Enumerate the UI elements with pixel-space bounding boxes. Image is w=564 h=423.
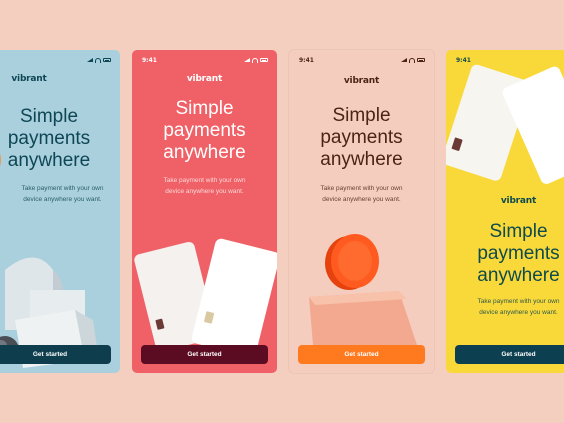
page-title: Simple payments anywhere bbox=[163, 98, 246, 163]
status-time: 9:41 bbox=[142, 56, 157, 64]
phone-screen-yellow: 9:41 vibrant Simple payments anywhere Ta… bbox=[446, 50, 564, 373]
brand-logo: vibrant bbox=[186, 74, 223, 84]
signal-icon bbox=[244, 58, 250, 62]
page-title: Simple payments anywhere bbox=[7, 106, 91, 171]
status-bar bbox=[0, 55, 111, 65]
subtitle: Take payment with your own device anywhe… bbox=[320, 185, 403, 203]
page-title: Simple payments anywhere bbox=[477, 221, 560, 286]
signal-icon bbox=[87, 58, 93, 62]
wifi-icon bbox=[95, 57, 101, 63]
get-started-button[interactable]: Get started bbox=[455, 345, 564, 364]
coin-pedestal-illustration bbox=[309, 234, 417, 345]
status-bar: 9:41 bbox=[142, 55, 268, 65]
status-bar: 9:41 bbox=[299, 55, 425, 65]
phone-screen-coral: 9:41 vibrant Simple payments anywhere Ta… bbox=[132, 50, 277, 373]
battery-icon bbox=[260, 58, 268, 62]
status-bar: 9:41 bbox=[456, 55, 564, 65]
phone-screen-blue: vibrant Simple payments anywhere Take pa… bbox=[0, 50, 120, 373]
wifi-icon bbox=[409, 57, 415, 63]
payment-cards-illustration bbox=[446, 64, 564, 184]
get-started-button[interactable]: Get started bbox=[298, 345, 425, 364]
wifi-icon bbox=[252, 57, 258, 63]
phone-screen-peach: 9:41 vibrant Simple payments anywhere Ta… bbox=[289, 50, 434, 373]
battery-icon bbox=[103, 58, 111, 62]
get-started-button[interactable]: Get started bbox=[0, 345, 111, 364]
status-time: 9:41 bbox=[456, 56, 471, 64]
page-title: Simple payments anywhere bbox=[320, 105, 403, 170]
brand-logo: vibrant bbox=[500, 196, 537, 206]
subtitle: Take payment with your own device anywhe… bbox=[163, 177, 246, 195]
get-started-button[interactable]: Get started bbox=[141, 345, 268, 364]
brand-logo: vibrant bbox=[11, 74, 47, 84]
signal-icon bbox=[401, 58, 407, 62]
battery-icon bbox=[417, 58, 425, 62]
subtitle: Take payment with your own device anywhe… bbox=[21, 185, 104, 203]
payment-cards-illustration bbox=[134, 238, 277, 355]
subtitle: Take payment with your own device anywhe… bbox=[477, 298, 560, 316]
brand-logo: vibrant bbox=[343, 76, 380, 86]
status-time: 9:41 bbox=[299, 56, 314, 64]
